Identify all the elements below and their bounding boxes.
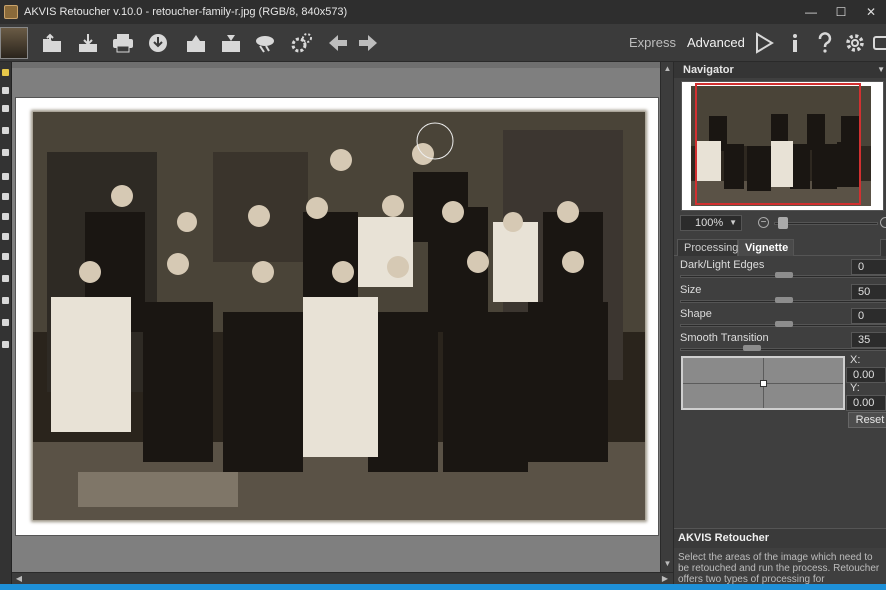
taskbar-strip <box>0 584 886 590</box>
tab-overflow[interactable] <box>880 239 886 256</box>
zoom-tool-icon[interactable] <box>0 338 11 350</box>
navigator-title: Navigator <box>683 64 734 76</box>
clone-tool-icon[interactable] <box>0 84 11 96</box>
help-title: AKVIS Retoucher <box>678 532 770 544</box>
vignette-center-picker[interactable] <box>681 356 845 410</box>
eraser-tool-icon[interactable] <box>0 102 11 114</box>
batch-icon[interactable] <box>254 31 278 55</box>
settings-gear-icon[interactable] <box>843 31 867 55</box>
hand-tool-icon[interactable] <box>0 316 11 328</box>
param-value-input[interactable]: 0 <box>851 308 886 324</box>
param-dark-light-edges: Dark/Light Edges 0 <box>680 259 886 283</box>
reset-button[interactable]: Reset <box>848 412 886 428</box>
scroll-down-icon[interactable]: ▼ <box>663 559 672 568</box>
param-smooth-transition: Smooth Transition 35 <box>680 332 886 356</box>
family-photo[interactable] <box>33 112 645 520</box>
param-slider-handle[interactable] <box>775 297 793 303</box>
navigator-preview[interactable] <box>681 81 884 211</box>
sharpen-tool-icon[interactable] <box>0 230 11 242</box>
tab-processing[interactable]: Processing <box>677 239 738 256</box>
preferences-gear-icon[interactable] <box>290 31 314 55</box>
scroll-left-icon[interactable]: ◀ <box>14 574 24 584</box>
selection-tool-icon[interactable] <box>0 146 11 158</box>
retouch-brush-tool-icon[interactable] <box>0 66 11 78</box>
share-icon[interactable] <box>146 31 170 55</box>
center-handle[interactable] <box>760 380 767 387</box>
scroll-right-icon[interactable]: ▶ <box>660 574 670 584</box>
navigator-header: Navigator ▼ <box>674 62 886 78</box>
vertical-scrollbar[interactable]: ▲ ▼ <box>660 62 673 572</box>
navigator-view-frame[interactable] <box>695 83 861 205</box>
tab-vignette[interactable]: Vignette <box>738 239 794 256</box>
save-file-icon[interactable] <box>76 31 100 55</box>
settings-panel: Navigator ▼ 100% ▼ − Processing Vignette… <box>673 62 886 585</box>
param-slider-handle[interactable] <box>743 345 761 351</box>
zoom-slider[interactable] <box>774 222 878 225</box>
param-label: Dark/Light Edges <box>680 259 765 271</box>
panel-tabs: Processing Vignette <box>674 238 886 256</box>
help-text: Select the areas of the image which need… <box>678 552 880 585</box>
canvas-top-edge <box>12 62 660 68</box>
patch-tool-icon[interactable] <box>0 124 11 136</box>
redo-arrow-icon[interactable] <box>356 31 380 55</box>
smudge-tool-icon[interactable] <box>0 250 11 262</box>
mode-advanced-button[interactable]: Advanced <box>687 35 745 50</box>
stamp-tool-icon[interactable] <box>0 190 11 202</box>
healing-tool-icon[interactable] <box>0 272 11 284</box>
export-preset-icon[interactable] <box>219 31 243 55</box>
x-label: X: <box>850 354 861 366</box>
param-shape: Shape 0 <box>680 308 886 332</box>
help-header: AKVIS Retoucher <box>674 528 886 548</box>
horizontal-scrollbar[interactable]: ◀ ▶ <box>12 572 673 584</box>
minimize-icon[interactable]: — <box>796 0 826 24</box>
y-label: Y: <box>850 382 860 394</box>
zoom-value: 100% <box>695 217 724 229</box>
param-label: Smooth Transition <box>680 332 769 344</box>
photo-thumbnail-icon[interactable] <box>0 27 28 59</box>
window-controls: — ☐ ✕ <box>796 0 886 24</box>
app-logo-icon <box>4 5 18 19</box>
run-play-icon[interactable] <box>752 31 776 55</box>
help-icon[interactable] <box>813 31 837 55</box>
zoom-out-icon[interactable]: − <box>758 217 769 228</box>
tool-strip <box>0 62 12 584</box>
image-canvas[interactable] <box>12 62 660 572</box>
window-title: AKVIS Retoucher v.10.0 - retoucher-famil… <box>24 6 348 18</box>
blur-tool-icon[interactable] <box>0 210 11 222</box>
family-photo-drawing <box>33 112 645 520</box>
crop-tool-icon[interactable] <box>0 294 11 306</box>
main-toolbar: Express Advanced <box>0 24 886 62</box>
chameleon-tool-icon[interactable] <box>0 170 11 182</box>
param-value-input[interactable]: 35 <box>851 332 886 348</box>
open-file-icon[interactable] <box>40 31 64 55</box>
zoom-in-icon[interactable] <box>880 217 886 228</box>
info-icon[interactable] <box>783 31 807 55</box>
title-bar: AKVIS Retoucher v.10.0 - retoucher-famil… <box>0 0 886 24</box>
image-page <box>15 97 659 536</box>
param-slider-handle[interactable] <box>775 321 793 327</box>
close-icon[interactable]: ✕ <box>856 0 886 24</box>
print-icon[interactable] <box>111 31 135 55</box>
zoom-controls: 100% ▼ − <box>674 214 886 232</box>
param-slider[interactable] <box>680 348 886 351</box>
param-label: Size <box>680 284 702 296</box>
feedback-icon[interactable] <box>872 31 886 55</box>
undo-arrow-icon[interactable] <box>326 31 350 55</box>
maximize-icon[interactable]: ☐ <box>826 0 856 24</box>
zoom-slider-handle[interactable] <box>778 217 788 229</box>
param-value-input[interactable]: 50 <box>851 284 886 300</box>
zoom-select[interactable]: 100% ▼ <box>680 215 742 231</box>
param-size: Size 50 <box>680 284 886 308</box>
collapse-caret-icon[interactable]: ▼ <box>877 65 885 74</box>
param-slider-handle[interactable] <box>775 272 793 278</box>
param-label: Shape <box>680 308 712 320</box>
scroll-up-icon[interactable]: ▲ <box>663 64 672 73</box>
mode-express-button[interactable]: Express <box>629 35 676 50</box>
param-value-input[interactable]: 0 <box>851 259 886 275</box>
y-value-input[interactable]: 0.00 <box>846 395 886 411</box>
import-preset-icon[interactable] <box>184 31 208 55</box>
x-value-input[interactable]: 0.00 <box>846 367 886 383</box>
zoom-dropdown-icon[interactable]: ▼ <box>729 216 737 230</box>
